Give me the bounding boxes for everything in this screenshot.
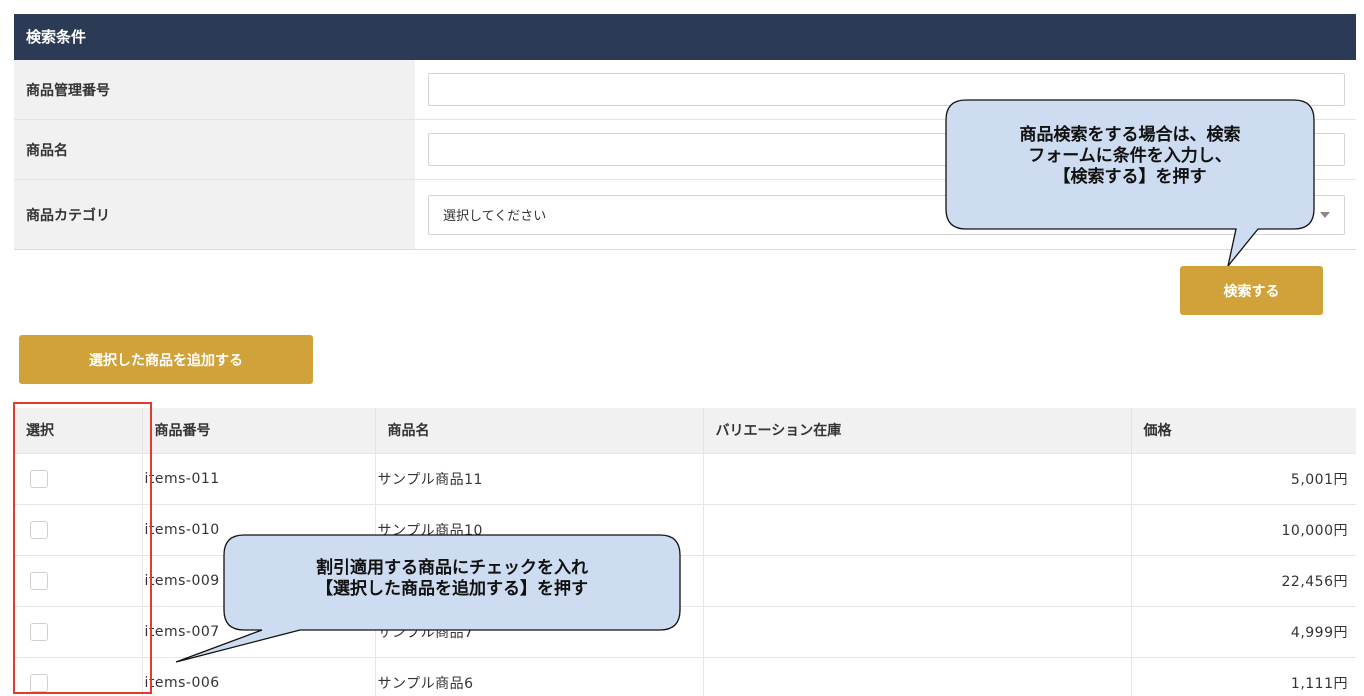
table-row: items-009 サンプル商品9 22,456円	[14, 554, 1356, 606]
price-cell: 5,001円	[1130, 452, 1356, 504]
table-row: items-006 サンプル商品6 1,111円	[14, 656, 1356, 696]
search-hint-line: フォームに条件を入力し、	[1028, 146, 1232, 166]
add-selected-products-button[interactable]: 選択した商品を追加する	[19, 335, 313, 384]
form-row-product-category: 商品カテゴリ 選択してください	[14, 180, 1356, 250]
column-header-variation-stock: バリエーション在庫	[702, 408, 1131, 453]
product-category-label: 商品カテゴリ	[14, 180, 415, 249]
product-category-selected-value: 選択してください	[443, 209, 547, 224]
row-checkbox[interactable]	[30, 673, 48, 692]
table-header-row: 選択 商品番号 商品名 バリエーション在庫 価格	[14, 408, 1356, 453]
variation-stock-cell	[702, 452, 1131, 504]
product-number-label: 商品管理番号	[14, 60, 415, 119]
price-cell: 10,000円	[1130, 503, 1356, 555]
variation-stock-cell	[702, 503, 1131, 555]
variation-stock-cell	[702, 554, 1131, 606]
product-code-cell: items-006	[141, 656, 375, 696]
variation-stock-cell	[702, 605, 1131, 657]
table-row: items-007 サンプル商品7 4,999円	[14, 605, 1356, 657]
column-header-select: 選択	[14, 408, 142, 453]
product-name-cell: サンプル商品6	[374, 656, 703, 696]
chevron-down-icon	[1320, 211, 1330, 218]
variation-stock-cell	[702, 656, 1131, 696]
product-name-cell: サンプル商品7	[374, 605, 703, 657]
search-hint-line: 【検索する】を押す	[1053, 167, 1207, 187]
product-name-label: 商品名	[14, 120, 415, 179]
search-panel-header: 検索条件	[14, 14, 1356, 60]
price-cell: 1,111円	[1130, 656, 1356, 696]
row-checkbox[interactable]	[30, 520, 48, 539]
table-row: items-010 サンプル商品10 10,000円	[14, 503, 1356, 555]
product-code-cell: items-010	[141, 503, 375, 555]
select-hint-line: 割引適用する商品にチェックを入れ	[316, 558, 588, 578]
product-name-cell: サンプル商品11	[374, 452, 703, 504]
select-hint-callout: 割引適用する商品にチェックを入れ 【選択した商品を追加する】を押す	[224, 558, 680, 600]
search-hint-callout: 商品検索をする場合は、検索 フォームに条件を入力し、 【検索する】を押す	[946, 125, 1314, 188]
product-code-cell: items-007	[141, 605, 375, 657]
product-name-cell: サンプル商品10	[374, 503, 703, 555]
price-cell: 22,456円	[1130, 554, 1356, 606]
table-row: items-011 サンプル商品11 5,001円	[14, 452, 1356, 504]
price-cell: 4,999円	[1130, 605, 1356, 657]
search-button[interactable]: 検索する	[1180, 266, 1323, 315]
product-number-input[interactable]	[428, 73, 1345, 106]
row-checkbox[interactable]	[30, 571, 48, 590]
row-checkbox[interactable]	[30, 469, 48, 488]
form-row-product-number: 商品管理番号	[14, 60, 1356, 120]
column-header-product-code: 商品番号	[141, 408, 375, 453]
column-header-product-name: 商品名	[374, 408, 703, 453]
row-checkbox[interactable]	[30, 622, 48, 641]
select-hint-line: 【選択した商品を追加する】を押す	[316, 579, 588, 599]
product-category-select[interactable]: 選択してください	[428, 194, 1345, 235]
product-code-cell: items-011	[141, 452, 375, 504]
column-header-price: 価格	[1130, 408, 1356, 453]
search-hint-line: 商品検索をする場合は、検索	[1019, 125, 1241, 145]
product-results-table: 選択 商品番号 商品名 バリエーション在庫 価格 items-011 サンプル商…	[14, 408, 1356, 696]
